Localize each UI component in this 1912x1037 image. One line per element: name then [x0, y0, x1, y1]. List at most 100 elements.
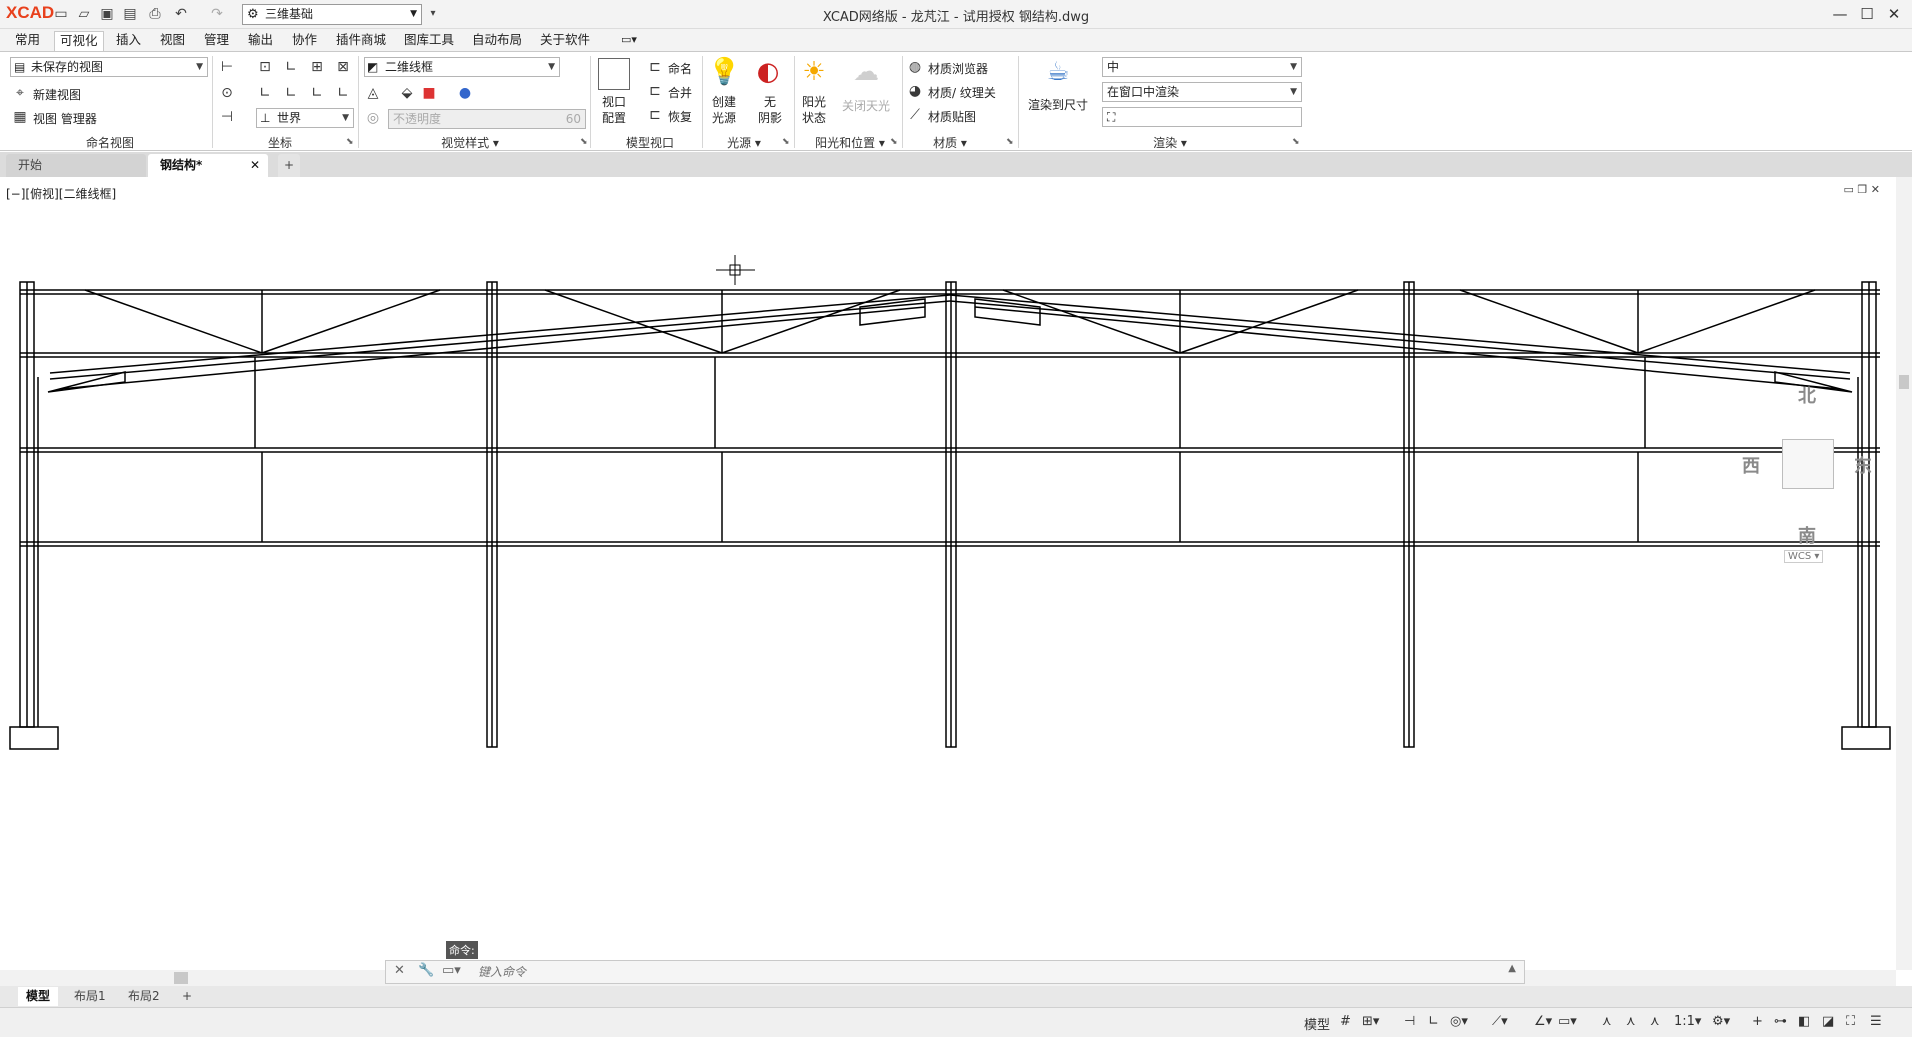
command-expand-icon[interactable]: ▲	[1508, 963, 1516, 974]
viewport-label[interactable]: [−][俯视][二维线框]	[6, 185, 116, 202]
new-file-icon[interactable]: ▭	[52, 5, 70, 23]
wcs-menu[interactable]: WCS ▾	[1784, 550, 1824, 563]
customize-qa-icon[interactable]: ▾	[424, 5, 442, 23]
ucs-view-icon[interactable]: ⊡	[256, 58, 274, 76]
named-view-select[interactable]: ▤ 未保存的视图 ▼	[10, 57, 208, 77]
render-output-select[interactable]: 在窗口中渲染 ▼	[1102, 82, 1302, 102]
ucs-3point-icon[interactable]: ∟	[334, 84, 352, 102]
edge-effect-icon[interactable]: ◬	[364, 84, 382, 102]
angle-icon[interactable]: ∠▾	[1534, 1014, 1552, 1029]
ucs-select[interactable]: ⊥ 世界 ▼	[256, 108, 354, 128]
hardware-icon[interactable]: ◪	[1822, 1014, 1834, 1029]
viewcube[interactable]: 北 西 东 南 WCS ▾	[1740, 382, 1880, 563]
tab-view[interactable]: 视图	[155, 31, 190, 51]
viewcube-north[interactable]: 北	[1798, 382, 1816, 408]
shadow-icon[interactable]: ⬙	[398, 84, 416, 102]
dialog-launcher-icon[interactable]: ⬊	[346, 137, 354, 147]
workspace-icon[interactable]: ⊶	[1774, 1014, 1787, 1029]
tab-common[interactable]: 常用	[10, 31, 45, 51]
vertical-scroll-thumb[interactable]	[1899, 375, 1909, 389]
osnap-icon[interactable]: ⟋▾	[1492, 1014, 1508, 1029]
view-manager-button[interactable]: 视图 管理器	[33, 110, 97, 127]
annotation-icon[interactable]: ⋏	[1602, 1014, 1612, 1029]
tab-library-tools[interactable]: 图库工具	[399, 31, 459, 51]
tab-manage[interactable]: 管理	[199, 31, 234, 51]
no-shadow-button[interactable]: 无 阴影	[758, 94, 782, 126]
scale-select[interactable]: 1:1▾	[1674, 1014, 1701, 1029]
ribbon-display-toggle-icon[interactable]: ▭▾	[616, 31, 642, 51]
ucs-face-icon[interactable]: ⊞	[308, 58, 326, 76]
dialog-launcher-icon[interactable]: ⬊	[782, 137, 790, 147]
command-close-icon[interactable]: ✕	[394, 963, 405, 978]
viewcube-south[interactable]: 南	[1798, 522, 1816, 548]
ucs-previous-icon[interactable]: ⊣	[218, 108, 236, 126]
ucs-named-icon[interactable]: ⊙	[218, 84, 236, 102]
close-icon[interactable]: ✕	[1882, 4, 1906, 24]
tab-auto-layout[interactable]: 自动布局	[467, 31, 527, 51]
tab-about[interactable]: 关于软件	[535, 31, 595, 51]
open-file-icon[interactable]: ▱	[75, 5, 93, 23]
viewport-config-icon[interactable]	[598, 58, 630, 90]
plus-icon[interactable]: +	[1752, 1014, 1763, 1029]
close-tab-icon[interactable]: ✕	[250, 154, 260, 176]
new-view-button[interactable]: 新建视图	[33, 86, 81, 103]
viewport-name-button[interactable]: 命名	[668, 60, 692, 77]
material-browser-button[interactable]: 材质浏览器	[928, 60, 988, 77]
command-input[interactable]	[478, 963, 1378, 981]
model-space-button[interactable]: 模型	[1304, 1014, 1330, 1033]
tab-insert[interactable]: 插入	[111, 31, 146, 51]
visual-style-select[interactable]: ◩ 二维线框 ▼	[364, 57, 560, 77]
material-mapping-button[interactable]: 材质贴图	[928, 108, 976, 125]
save-as-icon[interactable]: ▤	[121, 5, 139, 23]
snap-icon[interactable]: ⊞▾	[1362, 1014, 1379, 1029]
opacity-slider[interactable]: 不透明度 60	[388, 109, 586, 129]
tab-start[interactable]: 开始	[6, 154, 146, 177]
material-ball-icon[interactable]: ●	[456, 84, 474, 102]
tab-model[interactable]: 模型	[18, 987, 59, 1006]
minimize-icon[interactable]: —	[1828, 4, 1852, 24]
tab-plugin-store[interactable]: 插件商城	[331, 31, 391, 51]
viewport-restore-button[interactable]: 恢复	[668, 108, 692, 125]
ucs-z-icon[interactable]: ∟	[308, 84, 326, 102]
tab-layout1[interactable]: 布局1	[66, 987, 114, 1006]
ortho-icon[interactable]: ∟	[1428, 1014, 1439, 1029]
ucs-x-icon[interactable]: ∟	[256, 84, 274, 102]
app-logo[interactable]: XCAD	[6, 3, 54, 23]
tab-output[interactable]: 输出	[243, 31, 278, 51]
viewport-config-button[interactable]: 视口 配置	[602, 94, 626, 126]
drawing-canvas[interactable]: [−][俯视][二维线框] ▭ ❐ ✕ 北 西 东 南 WCS ▾ 命令:	[0, 177, 1896, 970]
sky-off-button[interactable]: 关闭天光	[842, 97, 890, 114]
dialog-launcher-icon[interactable]: ⬊	[1292, 137, 1300, 147]
gear-icon[interactable]: ⚙▾	[1712, 1014, 1730, 1029]
render-quality-select[interactable]: 中 ▼	[1102, 57, 1302, 77]
ucs-object-icon[interactable]: ⊠	[334, 58, 352, 76]
ucs-icon[interactable]: ⊢	[218, 58, 236, 76]
tab-collaborate[interactable]: 协作	[287, 31, 322, 51]
render-environment-field[interactable]: ⛶	[1102, 107, 1302, 127]
menu-icon[interactable]: ☰	[1870, 1014, 1882, 1029]
isolate-icon[interactable]: ◧	[1798, 1014, 1810, 1029]
redo-icon[interactable]: ↷	[208, 5, 226, 23]
viewport-window-controls[interactable]: ▭ ❐ ✕	[1844, 183, 1880, 196]
fullscreen-icon[interactable]: ⛶	[1846, 1014, 1855, 1029]
viewcube-west[interactable]: 西	[1742, 452, 1760, 478]
print-icon[interactable]: ⎙	[146, 5, 164, 23]
dialog-launcher-icon[interactable]: ⬊	[1006, 137, 1014, 147]
horizontal-scroll-thumb[interactable]	[174, 972, 188, 984]
command-wrench-icon[interactable]: 🔧	[418, 963, 434, 978]
viewcube-top-face[interactable]	[1782, 439, 1834, 489]
color-icon[interactable]: ■	[420, 84, 438, 102]
add-layout-icon[interactable]: +	[174, 987, 200, 1006]
tab-visualize[interactable]: 可视化	[54, 31, 104, 51]
tab-layout2[interactable]: 布局2	[120, 987, 168, 1006]
create-light-button[interactable]: 创建 光源	[712, 94, 736, 126]
polar-icon[interactable]: ◎▾	[1450, 1014, 1468, 1029]
ucs-y-icon[interactable]: ∟	[282, 84, 300, 102]
dialog-launcher-icon[interactable]: ⬊	[890, 137, 898, 147]
material-texture-button[interactable]: 材质/ 纹理关	[928, 84, 996, 101]
workspace-select[interactable]: ⚙ 三维基础 ▼	[242, 4, 422, 25]
tab-steel-structure[interactable]: 钢结构* ✕	[148, 154, 268, 177]
viewport-merge-button[interactable]: 合并	[668, 84, 692, 101]
grid-icon[interactable]: #	[1340, 1014, 1351, 1029]
vertical-scrollbar[interactable]	[1896, 177, 1912, 970]
